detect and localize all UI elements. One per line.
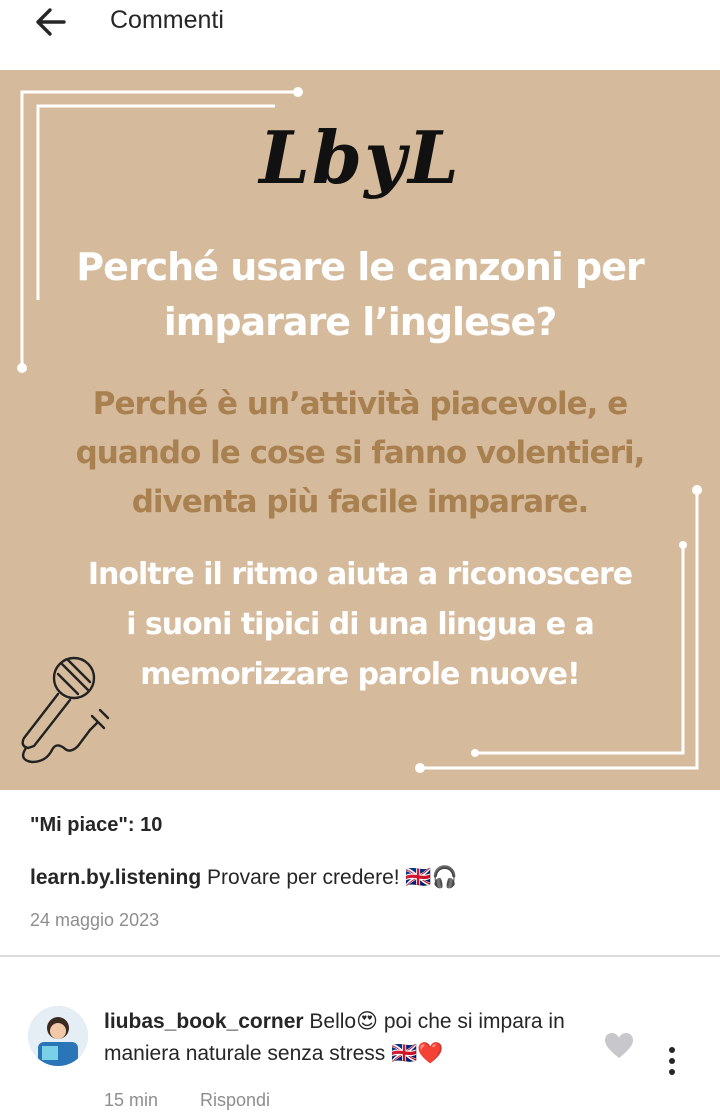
reply-button[interactable]: Rispondi bbox=[200, 1090, 270, 1111]
comment-time: 15 min bbox=[104, 1090, 159, 1110]
more-options-button[interactable] bbox=[658, 1044, 686, 1078]
back-button[interactable] bbox=[30, 2, 74, 42]
comment-username[interactable]: liubas_book_corner bbox=[104, 1010, 304, 1033]
page-title: Commenti bbox=[110, 6, 224, 34]
heart-icon bbox=[605, 1033, 633, 1058]
brand-logo: LbyL bbox=[259, 115, 461, 200]
arrow-left-icon bbox=[36, 8, 66, 36]
image-body-text-2: Inoltre il ritmo aiuta a riconoscere i s… bbox=[87, 557, 633, 692]
caption-text: Provare per credere! 🇬🇧🎧 bbox=[207, 866, 458, 889]
post-image[interactable]: LbyL Perché usare le canzoni per imparar… bbox=[0, 70, 720, 790]
caption-username[interactable]: learn.by.listening bbox=[30, 866, 201, 889]
more-vertical-icon bbox=[669, 1047, 675, 1075]
like-comment-button[interactable] bbox=[604, 1032, 634, 1060]
image-headline: Perché usare le canzoni per imparare l’i… bbox=[76, 245, 645, 344]
microphone-icon bbox=[21, 656, 110, 764]
divider bbox=[0, 955, 720, 957]
post-date: 24 maggio 2023 bbox=[30, 910, 160, 930]
post-caption: learn.by.listening Provare per credere! … bbox=[30, 866, 458, 890]
header: Commenti bbox=[0, 0, 720, 66]
avatar[interactable] bbox=[28, 1006, 88, 1066]
comment-body: liubas_book_corner Bello😍 poi che si imp… bbox=[104, 1006, 574, 1070]
user-avatar-image bbox=[28, 1006, 88, 1066]
image-body-text: Perché è un’attività piacevole, e quando… bbox=[75, 386, 646, 520]
likes-count[interactable]: "Mi piace": 10 bbox=[30, 814, 162, 837]
